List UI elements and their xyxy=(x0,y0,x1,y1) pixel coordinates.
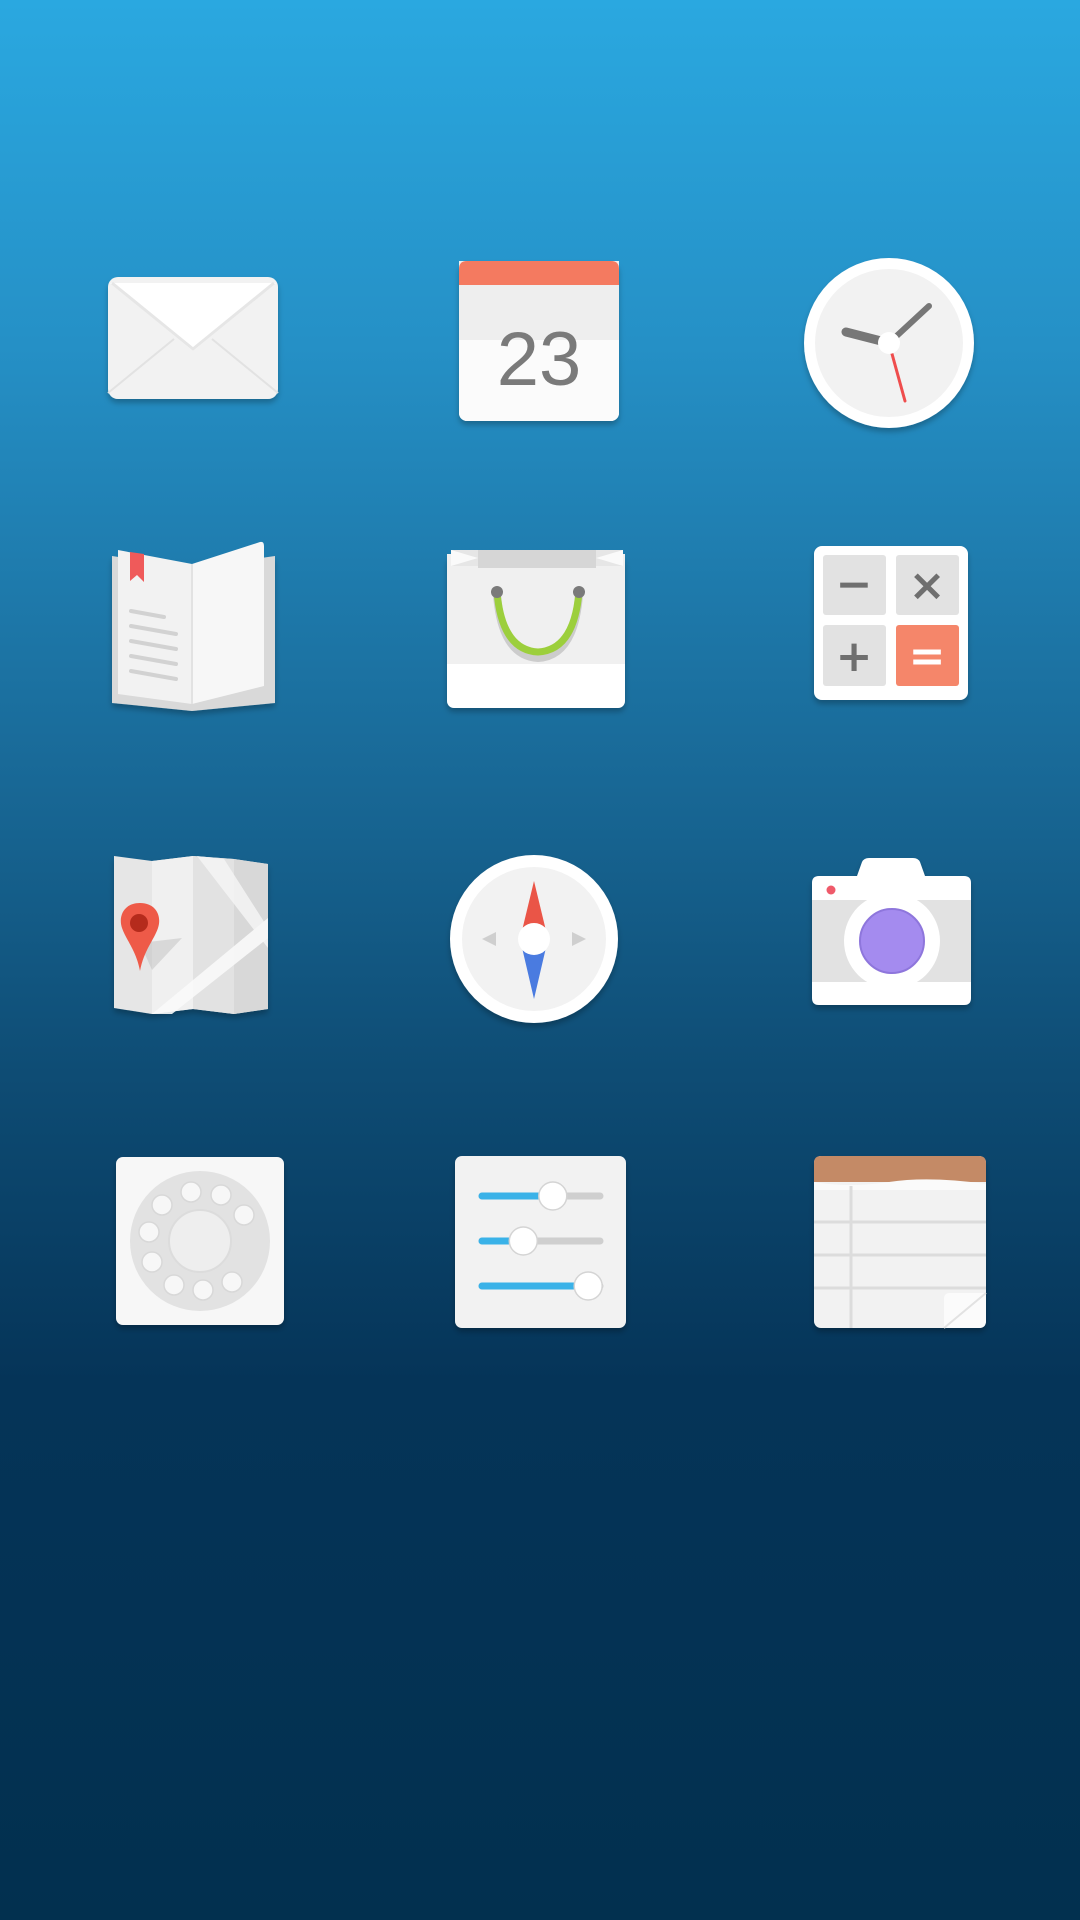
app-icon-notes[interactable] xyxy=(789,1142,989,1342)
app-icon-mail[interactable] xyxy=(92,243,292,443)
store-bag-icon xyxy=(447,550,625,708)
app-icon-settings[interactable] xyxy=(440,1142,640,1342)
mail-icon xyxy=(107,277,279,399)
app-icon-calendar[interactable]: 23 xyxy=(440,243,640,443)
app-icon-calculator[interactable]: − × + = xyxy=(789,526,989,726)
calculator-equals-key: = xyxy=(909,631,946,682)
slider-knob xyxy=(538,1181,568,1211)
app-icon-phone[interactable] xyxy=(92,1142,292,1342)
notes-icon xyxy=(814,1156,987,1329)
slider-knob xyxy=(573,1271,603,1301)
books-icon xyxy=(112,541,275,711)
calendar-icon: 23 xyxy=(459,261,619,421)
phone-dial-icon xyxy=(116,1157,284,1325)
calculator-icon: − × + = xyxy=(814,546,968,700)
settings-sliders-icon xyxy=(455,1156,626,1328)
app-icon-books[interactable] xyxy=(92,526,292,726)
clock-icon xyxy=(804,258,974,428)
calculator-minus-key: − xyxy=(836,559,873,610)
camera-icon xyxy=(812,858,971,1005)
maps-icon xyxy=(114,856,268,1014)
slider-knob xyxy=(508,1226,539,1256)
app-icon-clock[interactable] xyxy=(789,243,989,443)
app-icon-compass[interactable] xyxy=(440,838,640,1038)
calendar-date-text: 23 xyxy=(497,317,582,402)
calculator-times-key: × xyxy=(909,560,946,611)
compass-icon xyxy=(450,855,618,1023)
calculator-plus-key: + xyxy=(836,631,873,682)
app-icon-store[interactable] xyxy=(440,526,640,726)
app-icon-maps[interactable] xyxy=(92,838,292,1038)
app-icon-camera[interactable] xyxy=(789,838,989,1038)
